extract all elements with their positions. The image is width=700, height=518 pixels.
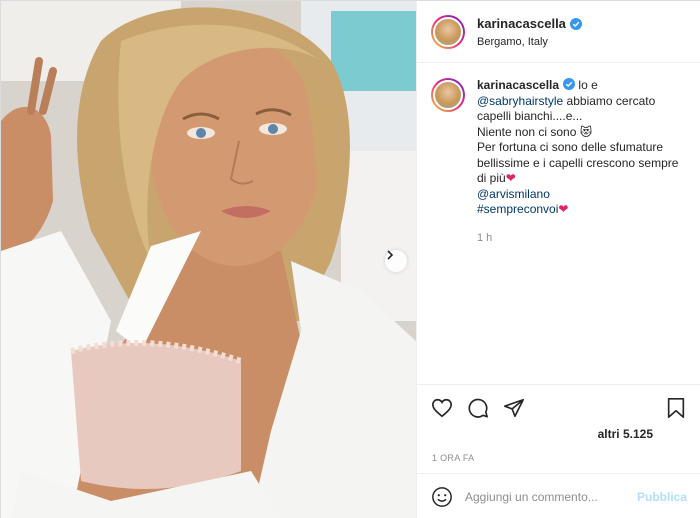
caption-author-avatar[interactable] xyxy=(431,78,465,112)
caption-emoji: 😻 xyxy=(579,124,593,139)
caption-mention-arvismilano[interactable]: @arvismilano xyxy=(477,187,550,201)
likes-count[interactable]: altri 5.125 xyxy=(598,427,653,441)
post-sidebar: karinacascella Bergamo, Italy karinacasc… xyxy=(416,1,700,518)
caption-text: karinacascella lo e @sabryhairstyle abbi… xyxy=(477,78,687,218)
heart-icon xyxy=(432,398,452,417)
comment-bar: Pubblica xyxy=(417,473,700,518)
caption-section: karinacascella lo e @sabryhairstyle abbi… xyxy=(417,64,700,384)
caption-line2: Niente non ci sono xyxy=(477,124,580,139)
heart-emoji: ❤ xyxy=(505,171,516,185)
comment-bubble-icon xyxy=(468,398,488,418)
post-photo[interactable] xyxy=(1,1,416,518)
like-button[interactable] xyxy=(429,395,455,421)
post-container: karinacascella Bergamo, Italy karinacasc… xyxy=(0,0,700,518)
post-timestamp: 1 ORA FA xyxy=(432,453,475,463)
emoji-picker-button[interactable] xyxy=(431,486,453,508)
chevron-right-icon xyxy=(387,250,394,260)
smiley-icon xyxy=(432,486,452,507)
publish-button[interactable]: Pubblica xyxy=(637,490,687,504)
heart-emoji: ❤ xyxy=(558,202,569,216)
paper-plane-icon xyxy=(504,398,524,417)
author-avatar[interactable] xyxy=(431,14,465,49)
caption-intro: lo e xyxy=(575,78,598,92)
verified-badge-icon xyxy=(569,17,582,30)
comment-input[interactable] xyxy=(465,489,637,504)
comment-button[interactable] xyxy=(465,395,491,421)
post-location[interactable]: Bergamo, Italy xyxy=(477,36,582,48)
author-username[interactable]: karinacascella xyxy=(477,16,566,31)
bookmark-icon xyxy=(667,397,685,418)
action-bar xyxy=(417,384,700,430)
share-button[interactable] xyxy=(501,395,527,421)
verified-badge-icon xyxy=(563,78,576,90)
photo-illustration xyxy=(1,1,416,518)
author-username-row: karinacascella xyxy=(477,16,582,31)
caption-username[interactable]: karinacascella xyxy=(477,78,559,92)
caption-hashtag[interactable]: #sempreconvoi xyxy=(477,202,558,216)
caption-mention-sabryhairstyle[interactable]: @sabryhairstyle xyxy=(477,94,563,108)
next-photo-button[interactable] xyxy=(385,250,407,272)
post-header: karinacascella Bergamo, Italy xyxy=(417,1,700,63)
save-button[interactable] xyxy=(663,395,689,421)
caption-timestamp: 1 h xyxy=(477,231,493,244)
